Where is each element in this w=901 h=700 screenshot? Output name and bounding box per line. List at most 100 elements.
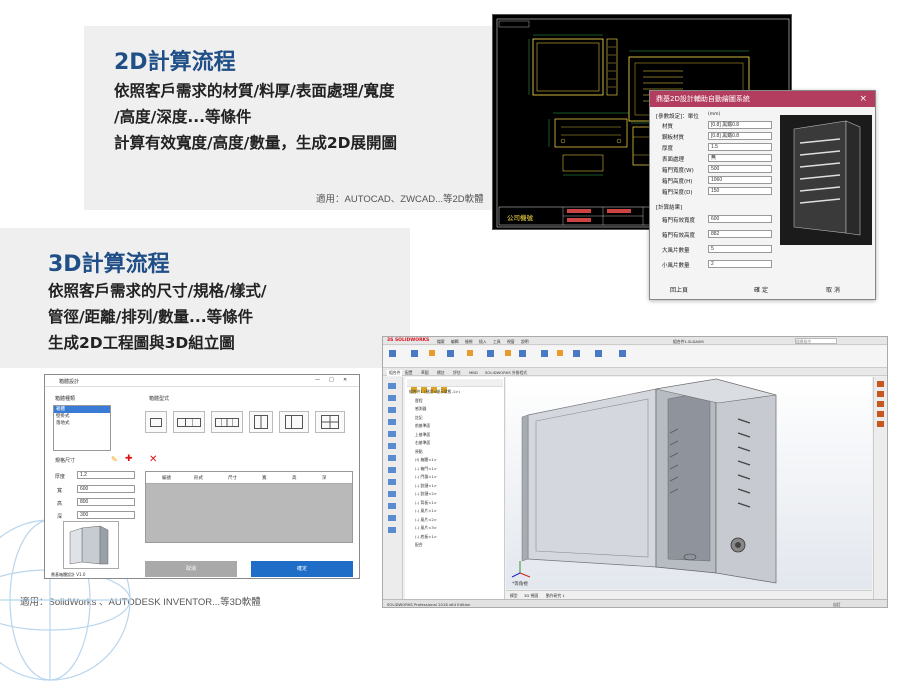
list-item[interactable]: 壁掛式: [54, 413, 110, 420]
result-value: 5: [708, 245, 772, 253]
field-label: 厚度: [662, 146, 674, 152]
table-header: 深: [322, 476, 327, 481]
minimize-icon[interactable]: —: [315, 377, 320, 383]
form-label: 厚度: [55, 474, 66, 480]
ok-button[interactable]: 確定: [251, 561, 353, 577]
box-preview-image: [63, 521, 119, 569]
style-option[interactable]: [145, 411, 167, 433]
sw-ribbon: [383, 346, 887, 368]
type-list[interactable]: 箱體 壁掛式 落地式: [53, 405, 111, 451]
depth-input[interactable]: 150: [708, 187, 772, 195]
delete-icon[interactable]: ✕: [149, 455, 159, 465]
tree-item[interactable]: (-) 背板<1>: [415, 500, 437, 506]
tree-item[interactable]: (-) 風片<1>: [415, 508, 437, 514]
list-item[interactable]: 箱體: [54, 406, 110, 413]
sw-tabs: 組合件 配置 草圖 標註 評估 MBD SOLIDWORKS 外掛程式: [383, 368, 887, 376]
3d-cabinet-model: [511, 378, 777, 584]
thickness-input[interactable]: 1.5: [708, 143, 772, 151]
table-header: 編號: [162, 476, 171, 481]
solidworks-window: 3S SOLIDWORKS 檔案 編輯 檢視 插入 工具 視窗 說明 組合件1.…: [382, 336, 888, 608]
sw-logo: 3S SOLIDWORKS: [387, 338, 430, 343]
sheet-material-select[interactable]: [0.8] 黑鐵0.8: [708, 132, 772, 140]
height-input[interactable]: 800: [77, 498, 135, 506]
cancel-button[interactable]: 取 消: [818, 285, 848, 294]
height-input[interactable]: 1060: [708, 176, 772, 184]
section-3d-line2: 管徑/距離/排列/數量...等條件: [48, 308, 254, 326]
menu-item[interactable]: 檔案: [437, 339, 445, 345]
feature-tree[interactable]: 組合件1 (預設<顯示狀態-1>) 歷程感測器註記前基準面上基準面右基準面原點 (f…: [405, 377, 505, 599]
edit-icon[interactable]: ✎: [111, 455, 120, 464]
back-button[interactable]: 回上頁: [664, 285, 694, 294]
width-input[interactable]: 500: [708, 165, 772, 173]
cad-company-label: 公司機號: [507, 214, 533, 222]
tree-item[interactable]: 配合: [415, 542, 423, 548]
tree-item[interactable]: (-) 箱門<1>: [415, 466, 437, 472]
menu-item[interactable]: 說明: [521, 339, 529, 345]
tab[interactable]: 組合件: [387, 370, 403, 376]
status-bar: SOLIDWORKS Professional 2018 x64 Edition…: [383, 599, 887, 607]
style-option[interactable]: [315, 411, 345, 433]
size-label: 規格尺寸: [55, 458, 76, 464]
field-label: 鋼板材質: [662, 135, 685, 141]
result-value: 600: [708, 215, 772, 223]
3d-viewport[interactable]: *等角視: [506, 377, 872, 589]
confirm-button[interactable]: 確 定: [746, 285, 776, 294]
close-icon[interactable]: ✕: [343, 377, 347, 383]
status-left: SOLIDWORKS Professional 2018 x64 Edition: [387, 602, 471, 607]
section-2d-line2: /高度/深度...等條件: [114, 108, 252, 126]
tree-item[interactable]: (-) 風片<2>: [415, 517, 437, 523]
section-3d-panel: 3D計算流程 依照客戶需求的尺寸/規格/樣式/ 管徑/距離/排列/數量...等條…: [0, 228, 410, 368]
dialog-titlebar: 鼎基2D設計輔助自動繪圖系統 ×: [650, 91, 875, 107]
depth-input[interactable]: 300: [77, 511, 135, 519]
tree-item[interactable]: (-) 鉸鏈<2>: [415, 491, 437, 497]
width-input[interactable]: 600: [77, 485, 135, 493]
result-value: 2: [708, 260, 772, 268]
maximize-icon[interactable]: □: [329, 377, 334, 383]
field-label: 材質: [662, 124, 674, 130]
tree-item[interactable]: (f) 箱體<1>: [415, 457, 437, 463]
style-option[interactable]: [279, 411, 309, 433]
list-item[interactable]: 落地式: [54, 420, 110, 427]
menu-item[interactable]: 檢視: [465, 339, 473, 345]
tab[interactable]: 草圖: [421, 370, 429, 376]
tab[interactable]: 評估: [453, 370, 461, 376]
style-option[interactable]: [173, 411, 205, 433]
tree-item[interactable]: 歷程: [415, 398, 423, 404]
tab[interactable]: SOLIDWORKS 外掛程式: [485, 370, 527, 376]
view-label: *等角視: [512, 582, 528, 587]
section-2d-note: 適用：AUTOCAD、ZWCAD...等2D軟體: [316, 194, 484, 205]
surface-select[interactable]: 無: [708, 154, 772, 162]
menu-item[interactable]: 編輯: [451, 339, 459, 345]
tab[interactable]: MBD: [469, 370, 478, 375]
cancel-button[interactable]: 取消: [145, 561, 237, 577]
tab[interactable]: 配置: [405, 370, 413, 376]
add-icon[interactable]: ✚: [125, 455, 134, 464]
result-label: 大風片數量: [662, 248, 690, 254]
tree-item[interactable]: (-) 底板<1>: [415, 534, 437, 540]
table-header: 尺寸: [228, 476, 237, 481]
tree-item[interactable]: 感測器: [415, 406, 426, 412]
menu-item[interactable]: 工具: [493, 339, 501, 345]
tree-item[interactable]: 前基準面: [415, 423, 430, 429]
size-table[interactable]: 編號 形式 尺寸 寬 高 深: [145, 471, 353, 543]
style-option[interactable]: [249, 411, 273, 433]
tree-item[interactable]: 右基準面: [415, 440, 430, 446]
style-option[interactable]: [211, 411, 243, 433]
tree-item[interactable]: (-) 鉸鏈<1>: [415, 483, 437, 489]
tree-item[interactable]: (-) 風片<3>: [415, 525, 437, 531]
close-icon[interactable]: ×: [859, 91, 867, 107]
ribbon-icons: [389, 350, 626, 357]
tree-item[interactable]: 上基準面: [415, 432, 430, 438]
tree-item[interactable]: 組合件1 (預設<顯示狀態-1>): [409, 389, 460, 395]
menu-item[interactable]: 插入: [479, 339, 487, 345]
tab[interactable]: 標註: [437, 370, 445, 376]
thickness-select[interactable]: 1.2: [77, 471, 135, 479]
result-value: 882: [708, 230, 772, 238]
menu-item[interactable]: 視窗: [507, 339, 515, 345]
tree-item[interactable]: 原點: [415, 449, 423, 455]
search-input[interactable]: 搜尋指令: [795, 338, 837, 344]
tree-item[interactable]: 註記: [415, 415, 423, 421]
material-select[interactable]: [0.8] 黑鐵0.8: [708, 121, 772, 129]
form-label: 深: [57, 514, 63, 520]
tree-item[interactable]: (-) 門鎖<1>: [415, 474, 437, 480]
